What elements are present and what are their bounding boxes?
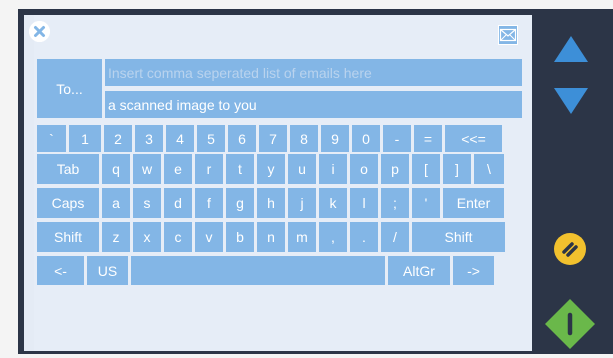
key-row1-9[interactable]: 9 [321, 125, 349, 152]
key-row4-11[interactable]: Shift [412, 222, 505, 252]
key-row3-3[interactable]: d [164, 188, 192, 218]
key-row5-0[interactable]: <- [37, 256, 84, 285]
scroll-down-button[interactable] [552, 86, 590, 116]
close-icon[interactable] [29, 21, 50, 42]
to-button[interactable]: To... [37, 59, 102, 118]
key-row5-3[interactable]: AltGr [388, 256, 450, 285]
key-row1-2[interactable]: 2 [104, 125, 132, 152]
key-row1-10[interactable]: 0 [352, 125, 380, 152]
key-row4-1[interactable]: z [102, 222, 130, 252]
key-row2-6[interactable]: y [257, 154, 285, 184]
key-row1-12[interactable]: = [414, 125, 442, 152]
key-row2-3[interactable]: e [164, 154, 192, 184]
start-go-icon [545, 299, 595, 349]
key-row1-13[interactable]: <<= [445, 125, 502, 152]
key-row4-9[interactable]: . [350, 222, 378, 252]
recipients-input[interactable]: Insert comma seperated list of emails he… [105, 59, 522, 86]
key-row3-12[interactable]: Enter [443, 188, 504, 218]
key-row4-2[interactable]: x [133, 222, 161, 252]
key-row3-7[interactable]: j [288, 188, 316, 218]
key-row4-6[interactable]: n [257, 222, 285, 252]
key-row3-1[interactable]: a [102, 188, 130, 218]
key-row4-7[interactable]: m [288, 222, 316, 252]
key-row3-11[interactable]: ' [412, 188, 440, 218]
key-row5-4[interactable]: -> [453, 256, 494, 285]
key-row4-3[interactable]: c [164, 222, 192, 252]
arrow-up-icon [554, 36, 588, 62]
key-row3-0[interactable]: Caps [37, 188, 99, 218]
key-row1-8[interactable]: 8 [290, 125, 318, 152]
key-row3-2[interactable]: s [133, 188, 161, 218]
envelope-icon[interactable] [498, 25, 518, 45]
key-row3-6[interactable]: h [257, 188, 285, 218]
key-row1-4[interactable]: 4 [166, 125, 194, 152]
key-row4-5[interactable]: b [226, 222, 254, 252]
cancel-button[interactable] [553, 232, 587, 266]
key-row4-4[interactable]: v [195, 222, 223, 252]
scroll-up-button[interactable] [552, 34, 590, 64]
key-row2-0[interactable]: Tab [37, 154, 99, 184]
key-row4-0[interactable]: Shift [37, 222, 99, 252]
key-row2-10[interactable]: p [381, 154, 409, 184]
key-row1-6[interactable]: 6 [228, 125, 256, 152]
cancel-stop-icon [554, 233, 586, 265]
recipients-placeholder: Insert comma seperated list of emails he… [108, 64, 372, 81]
key-row2-9[interactable]: o [350, 154, 378, 184]
key-row4-8[interactable]: , [319, 222, 347, 252]
start-button[interactable] [544, 298, 596, 350]
key-row3-5[interactable]: g [226, 188, 254, 218]
key-row2-7[interactable]: u [288, 154, 316, 184]
key-row3-9[interactable]: l [350, 188, 378, 218]
key-row1-7[interactable]: 7 [259, 125, 287, 152]
key-row3-10[interactable]: ; [381, 188, 409, 218]
key-row5-1[interactable]: US [87, 256, 128, 285]
key-row1-1[interactable]: 1 [69, 125, 101, 152]
key-row2-4[interactable]: r [195, 154, 223, 184]
key-row1-3[interactable]: 3 [135, 125, 163, 152]
key-row3-8[interactable]: k [319, 188, 347, 218]
arrow-down-icon [554, 88, 588, 114]
key-row4-10[interactable]: / [381, 222, 409, 252]
subject-input[interactable]: a scanned image to you [105, 91, 522, 118]
key-row1-11[interactable]: - [383, 125, 411, 152]
key-row2-1[interactable]: q [102, 154, 130, 184]
key-row2-5[interactable]: t [226, 154, 254, 184]
key-row2-12[interactable]: ] [443, 154, 471, 184]
key-row2-2[interactable]: w [133, 154, 161, 184]
key-row2-8[interactable]: i [319, 154, 347, 184]
key-row2-11[interactable]: [ [412, 154, 440, 184]
key-row2-13[interactable]: \ [474, 154, 504, 184]
key-row1-0[interactable]: ` [37, 125, 66, 152]
space-key[interactable] [131, 256, 385, 285]
key-row1-5[interactable]: 5 [197, 125, 225, 152]
key-row3-4[interactable]: f [195, 188, 223, 218]
